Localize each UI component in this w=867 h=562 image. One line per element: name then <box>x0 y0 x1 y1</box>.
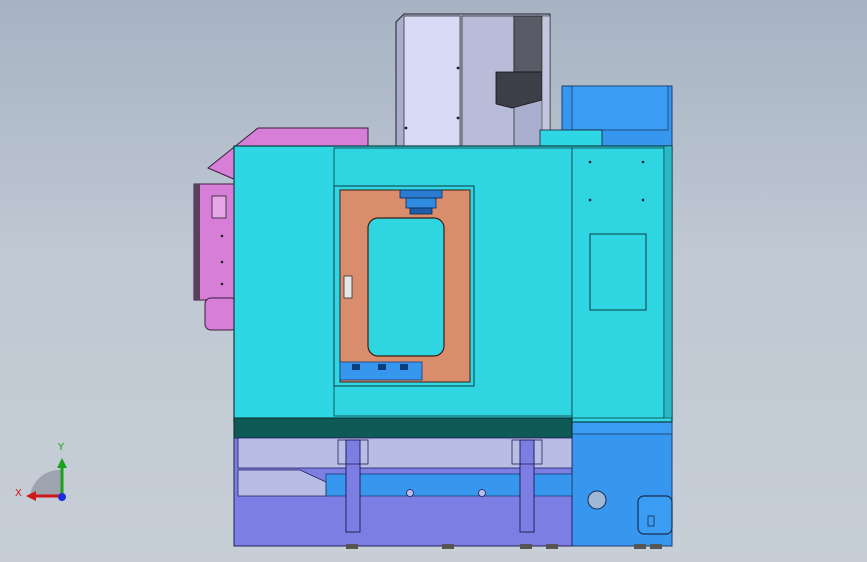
y-axis-label: Y <box>58 442 65 453</box>
x-axis-label: X <box>15 488 22 499</box>
cad-viewport[interactable]: Y X <box>0 0 867 562</box>
work-door <box>333 185 475 387</box>
spindle-head-housing <box>395 13 551 147</box>
lower-band <box>233 417 573 439</box>
y-axis-arrow <box>57 458 67 468</box>
coordinate-triad <box>26 458 67 501</box>
z-axis-dot <box>58 493 66 501</box>
machine-model[interactable] <box>0 0 867 562</box>
machine-base <box>233 437 573 547</box>
